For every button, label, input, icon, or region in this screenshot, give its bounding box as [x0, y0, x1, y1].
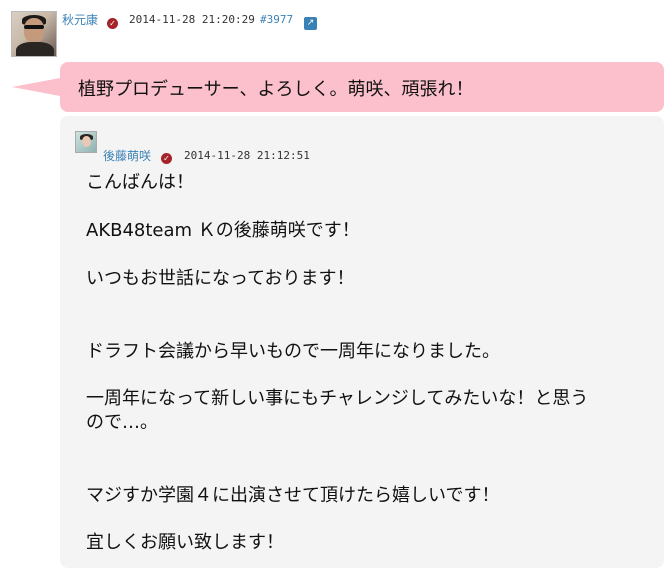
speech-bubble: 植野プロデューサー、よろしく。萌咲、頑張れ！: [60, 62, 664, 112]
external-link-icon[interactable]: ↗: [304, 17, 317, 30]
verified-check-icon: ✓: [107, 18, 118, 29]
reply-line: 一周年になって新しい事にもチャレンジしてみたいな！と思う: [86, 388, 589, 409]
reply-avatar[interactable]: [75, 131, 97, 153]
reply-line: AKB48team Ｋの後藤萌咲です！: [86, 220, 360, 241]
reply-line: ので…。: [86, 412, 158, 433]
reply-line: こんばんは！: [86, 172, 194, 193]
reply-timestamp: 2014-11-28 21:12:51: [184, 149, 310, 162]
reply-author-name-link[interactable]: 後藤萌咲: [103, 147, 151, 164]
post-message: 植野プロデューサー、よろしく。萌咲、頑張れ！: [78, 79, 474, 100]
post-timestamp: 2014-11-28 21:20:29: [129, 13, 255, 26]
author-avatar[interactable]: [11, 11, 57, 57]
reply-line: ドラフト会議から早いもので一周年になりました。: [86, 341, 500, 362]
reply-line: 宜しくお願い致します！: [86, 532, 284, 553]
reply-line: いつもお世話になっております！: [86, 268, 355, 289]
reply-line: マジすか学園４に出演させて頂けたら嬉しいです！: [86, 485, 500, 506]
verified-check-icon: ✓: [161, 153, 172, 164]
speech-bubble-tail: [12, 78, 60, 96]
avatar-face: [24, 18, 44, 42]
avatar-shirt: [16, 42, 54, 56]
post-id-link[interactable]: #3977: [260, 13, 293, 26]
reply-avatar-face: [82, 136, 91, 147]
author-name-link[interactable]: 秋元康: [62, 11, 98, 28]
avatar-glasses: [24, 25, 44, 29]
